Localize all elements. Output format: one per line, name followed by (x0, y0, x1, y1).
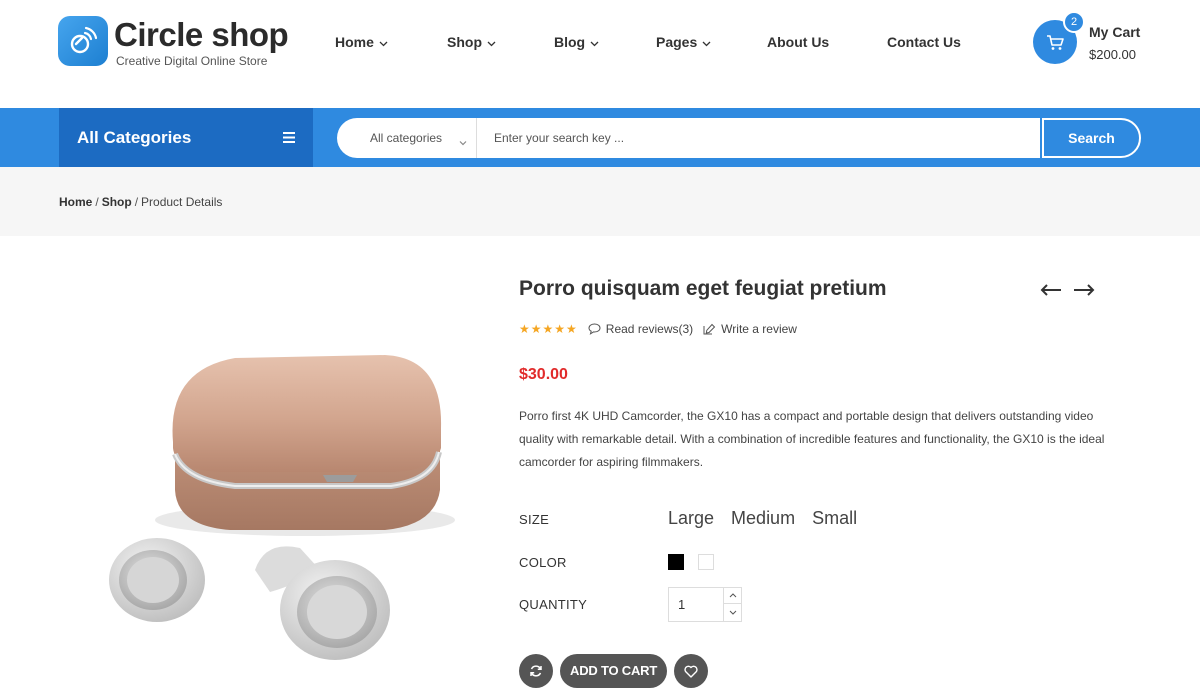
nav-item-label: Blog (554, 34, 586, 50)
read-reviews-label: Read reviews(3) (605, 322, 694, 336)
breadcrumb-separator: / (134, 195, 139, 209)
search-input[interactable] (477, 118, 1040, 158)
category-search-bar: All Categories All categories Search (0, 108, 1200, 167)
color-label: COLOR (519, 555, 567, 570)
color-swatch-white[interactable] (698, 554, 714, 570)
cart-total: $200.00 (1089, 47, 1136, 62)
earbuds-product-image (109, 355, 455, 660)
add-to-cart-button[interactable]: ADD TO CART (560, 654, 668, 688)
nav-item-home[interactable]: Home (335, 33, 388, 51)
all-categories-label: All Categories (77, 128, 192, 147)
all-categories-button[interactable]: All Categories (59, 108, 313, 167)
heart-icon (684, 665, 698, 678)
breadcrumb-bar: Home / Shop / Product Details (0, 167, 1200, 236)
nav-item-label: About Us (767, 34, 830, 50)
site-logo[interactable]: Circle shop Creative Digital Online Stor… (58, 16, 289, 68)
color-swatch-black[interactable] (668, 554, 684, 570)
quantity-input[interactable] (669, 588, 723, 621)
nav-item-label: Contact Us (887, 34, 961, 50)
quantity-increase-button[interactable] (724, 588, 742, 604)
cart-icon (1047, 35, 1064, 50)
refresh-icon (530, 665, 542, 677)
logo-tagline: Creative Digital Online Store (116, 54, 268, 68)
breadcrumb-home[interactable]: Home (59, 195, 92, 209)
cart-count-badge: 2 (1063, 11, 1085, 33)
hamburger-icon (283, 130, 295, 148)
comment-icon (588, 323, 601, 335)
nav-item-contact-us[interactable]: Contact Us (887, 33, 961, 51)
write-review-label: Write a review (721, 322, 797, 336)
chevron-down-icon (459, 133, 467, 151)
product-rating: ★★★★★ Read reviews(3) Write a review (519, 322, 797, 336)
compare-button[interactable] (519, 654, 553, 688)
quantity-label: QUANTITY (519, 597, 588, 612)
size-option-large[interactable]: Large (668, 508, 714, 529)
search-button[interactable]: Search (1042, 118, 1141, 158)
next-arrow-icon[interactable] (1073, 283, 1095, 297)
read-reviews-link[interactable]: Read reviews(3) (588, 322, 693, 336)
nav-item-shop[interactable]: Shop (447, 33, 496, 51)
product-description: Porro first 4K UHD Camcorder, the GX10 h… (519, 409, 1105, 469)
chevron-up-icon (729, 593, 737, 598)
breadcrumb: Home / Shop / Product Details (59, 195, 222, 209)
size-option-small[interactable]: Small (812, 508, 857, 529)
write-review-link[interactable]: Write a review (703, 322, 797, 336)
chevron-down-icon (487, 34, 496, 50)
nav-item-pages[interactable]: Pages (656, 33, 711, 51)
category-select-value: All categories (370, 131, 443, 145)
nav-item-label: Pages (656, 34, 698, 50)
size-option-medium[interactable]: Medium (731, 508, 795, 529)
nav-item-blog[interactable]: Blog (554, 33, 599, 51)
chevron-down-icon (379, 34, 388, 50)
size-options: Large Medium Small (668, 508, 874, 529)
star-rating-icon: ★★★★★ (519, 322, 578, 336)
breadcrumb-shop[interactable]: Shop (102, 195, 132, 209)
color-options (668, 554, 728, 570)
product-price: $30.00 (519, 366, 568, 383)
quantity-buttons (723, 588, 742, 621)
category-select[interactable]: All categories (337, 118, 477, 158)
previous-arrow-icon[interactable] (1040, 283, 1062, 297)
product-actions: ADD TO CART (519, 654, 709, 688)
site-header: Circle shop Creative Digital Online Stor… (0, 0, 1200, 108)
size-label: SIZE (519, 512, 550, 527)
nav-item-about-us[interactable]: About Us (767, 33, 829, 51)
product-pager (1040, 283, 1106, 297)
breadcrumb-current: Product Details (141, 195, 223, 209)
product-title: Porro quisquam eget feugiat pretium (519, 277, 887, 300)
wishlist-button[interactable] (674, 654, 709, 688)
logo-icon (58, 16, 108, 66)
quantity-decrease-button[interactable] (724, 604, 742, 620)
search-form: All categories Search (337, 118, 1141, 158)
chevron-down-icon (590, 34, 599, 50)
nav-item-label: Home (335, 34, 374, 50)
edit-icon (703, 323, 716, 335)
nav-item-label: Shop (447, 34, 482, 50)
chevron-down-icon (729, 610, 737, 615)
logo-name: Circle shop (114, 16, 289, 53)
breadcrumb-separator: / (95, 195, 99, 209)
cart-label: My Cart (1089, 24, 1141, 40)
chevron-down-icon (702, 34, 711, 50)
product-image[interactable] (95, 330, 475, 700)
quantity-stepper (668, 587, 742, 622)
